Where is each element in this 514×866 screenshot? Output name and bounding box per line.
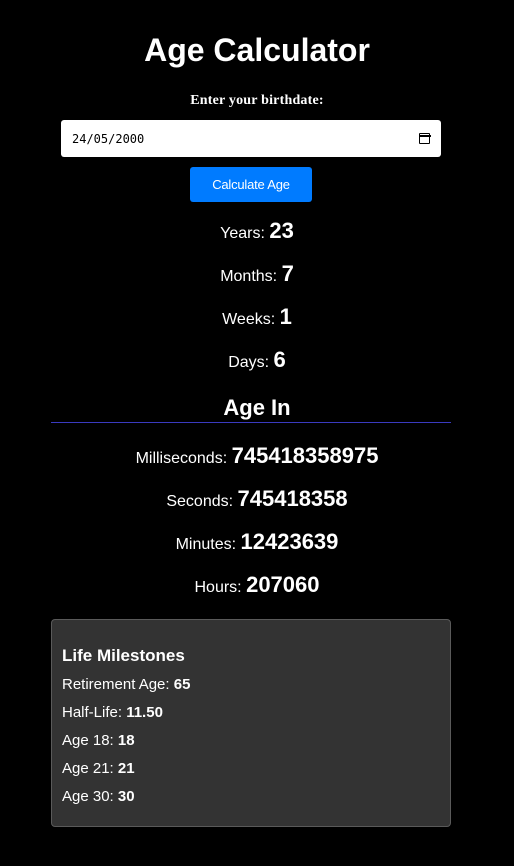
hours-row: Hours: 207060 — [0, 571, 514, 602]
retirement-value: 65 — [173, 676, 191, 693]
retirement-label: Retirement Age: — [62, 676, 170, 693]
weeks-label: Weeks: — [222, 311, 276, 328]
milestone-age-18: Age 18: 18 — [62, 731, 135, 751]
birthdate-value: 24/05/2000 — [72, 131, 145, 146]
weeks-row: Weeks: 1 — [0, 303, 514, 334]
life-milestones-panel: Life Milestones Retirement Age: 65 Half-… — [51, 619, 451, 827]
milestone-age-21: Age 21: 21 — [62, 759, 135, 779]
calculate-age-button[interactable]: Calculate Age — [190, 167, 312, 202]
years-value: 23 — [269, 218, 294, 243]
hours-label: Hours: — [194, 579, 242, 596]
seconds-value: 745418358 — [237, 486, 348, 511]
milestone-age-30: Age 30: 30 — [62, 787, 135, 807]
years-label: Years: — [220, 225, 265, 242]
milestones-title: Life Milestones — [62, 646, 185, 665]
hours-value: 207060 — [246, 572, 320, 597]
milestone-half-life: Half-Life: 11.50 — [62, 703, 163, 723]
milliseconds-row: Milliseconds: 745418358975 — [0, 442, 514, 473]
calendar-icon[interactable] — [418, 133, 431, 144]
milliseconds-value: 745418358975 — [231, 443, 379, 468]
days-label: Days: — [228, 354, 270, 371]
weeks-value: 1 — [279, 304, 292, 329]
months-value: 7 — [281, 261, 294, 286]
minutes-value: 12423639 — [240, 529, 339, 554]
milestone-retirement: Retirement Age: 65 — [62, 675, 190, 695]
days-value: 6 — [273, 347, 286, 372]
seconds-row: Seconds: 745418358 — [0, 485, 514, 516]
months-label: Months: — [220, 268, 278, 285]
months-row: Months: 7 — [0, 260, 514, 291]
age-30-label: Age 30: — [62, 788, 114, 805]
section-divider — [51, 422, 451, 423]
age-18-label: Age 18: — [62, 732, 114, 749]
seconds-label: Seconds: — [166, 493, 234, 510]
milliseconds-label: Milliseconds: — [135, 450, 228, 467]
years-row: Years: 23 — [0, 217, 514, 248]
age-calculator-page: Age Calculator Enter your birthdate: 24/… — [0, 0, 514, 866]
minutes-label: Minutes: — [175, 536, 237, 553]
age-21-value: 21 — [117, 760, 135, 777]
half-life-value: 11.50 — [126, 704, 163, 721]
days-row: Days: 6 — [0, 346, 514, 377]
birthdate-label: Enter your birthdate: — [190, 93, 324, 108]
birthdate-input[interactable]: 24/05/2000 — [61, 120, 441, 157]
minutes-row: Minutes: 12423639 — [0, 528, 514, 559]
page-title: Age Calculator — [144, 32, 370, 68]
age-21-label: Age 21: — [62, 760, 114, 777]
age-18-value: 18 — [117, 732, 135, 749]
half-life-label: Half-Life: — [62, 704, 123, 721]
age-in-title: Age In — [223, 395, 291, 420]
age-30-value: 30 — [117, 788, 135, 805]
